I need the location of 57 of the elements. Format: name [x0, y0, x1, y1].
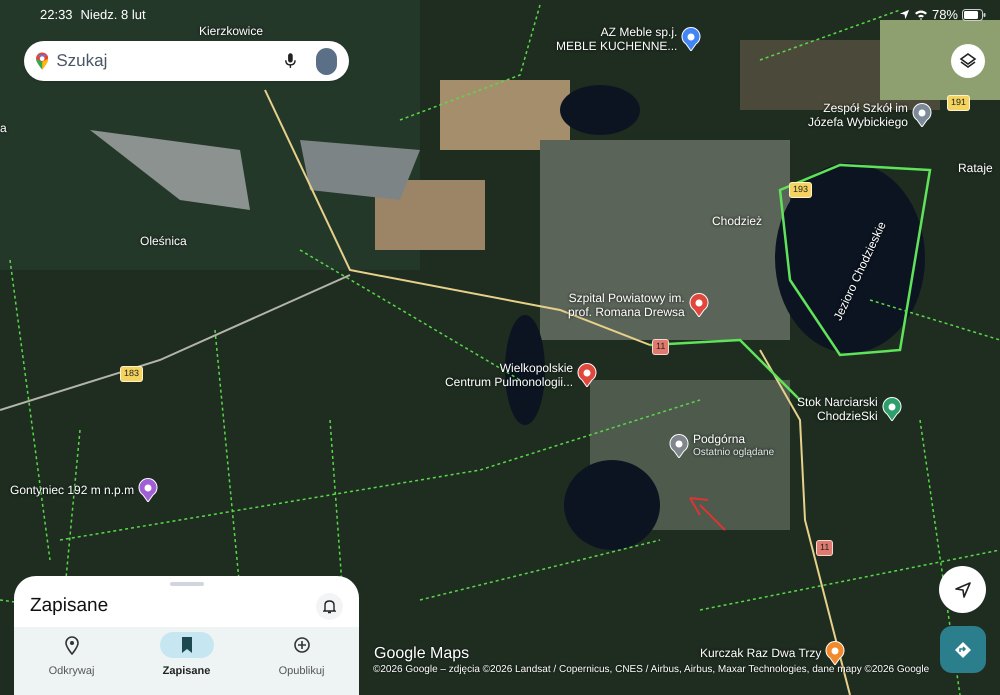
map-pin-icon[interactable]: [669, 434, 689, 458]
place-label: Kierzkowice: [199, 23, 264, 40]
add-circle-icon: [294, 635, 310, 655]
battery-percentage: 78%: [932, 6, 958, 24]
poi-label: Kurczak Raz Dwa Trzy: [700, 646, 822, 660]
drag-handle[interactable]: [170, 582, 204, 586]
map-brand-text: Google Maps: [374, 644, 470, 664]
status-time: 22:33: [40, 6, 73, 24]
poi-label: Gontyniec 192 m n.p.m: [10, 483, 134, 497]
place-label: a: [0, 120, 7, 137]
poi-label: MEBLE KUCHENNE...: [556, 39, 678, 53]
poi-label: prof. Romana Drewsa: [568, 305, 685, 319]
location-arrow-icon: [898, 9, 910, 20]
avatar-icon[interactable]: [316, 48, 337, 74]
map-pin-icon[interactable]: [882, 397, 902, 421]
poi-label: Wielkopolskie: [500, 361, 574, 375]
map-pin-icon[interactable]: [577, 363, 598, 387]
place-label: Chodzież: [712, 213, 762, 230]
poi-label: Stok Narciarski: [797, 395, 878, 409]
map-pin-logo-icon: [36, 50, 48, 72]
road-number-shield: 183: [120, 366, 144, 382]
nav-tab[interactable]: Zapisane: [129, 629, 244, 695]
map-pin-icon[interactable]: [138, 478, 158, 502]
place-label: Rataje: [958, 160, 993, 177]
poi-label: Podgórna: [693, 432, 746, 446]
directions-icon: [954, 640, 972, 658]
poi-label: Józefa Wybickiego: [808, 115, 908, 129]
road-number-shield: 11: [652, 339, 670, 354]
map-pin-icon[interactable]: [825, 641, 846, 665]
search-field[interactable]: Szukaj: [56, 48, 278, 74]
nav-tab[interactable]: Opublikuj: [244, 629, 359, 695]
notifications-button[interactable]: [316, 593, 343, 620]
map-pin-icon[interactable]: [681, 27, 702, 51]
map-pin-icon[interactable]: [688, 293, 709, 317]
poi-label: Centrum Pulmonologii...: [445, 375, 574, 389]
search-bar[interactable]: Szukaj: [24, 41, 349, 81]
wifi-icon: [914, 9, 928, 20]
poi-label: ChodzieSki: [816, 409, 878, 423]
map-pin-icon[interactable]: [912, 103, 932, 127]
sheet-title: Zapisane: [30, 594, 108, 618]
bell-icon: [323, 599, 336, 614]
road-number-shield: 193: [789, 182, 812, 198]
poi-label: Szpital Powiatowy im.: [568, 291, 685, 305]
nav-tab[interactable]: Odkrywaj: [14, 629, 129, 695]
status-date: Niedz. 8 lut: [80, 6, 146, 24]
road-number-shield: 11: [816, 540, 834, 556]
layers-icon: [959, 52, 977, 70]
poi-label: Zespół Szkół im: [823, 101, 908, 115]
road-number-shield: 191: [947, 95, 970, 110]
place-label: Oleśnica: [140, 233, 187, 250]
poi-label: Ostatnio oglądane: [693, 446, 774, 460]
map-pin-outline-icon: [64, 635, 80, 655]
microphone-icon[interactable]: [285, 51, 296, 71]
poi-label: AZ Meble sp.j.: [600, 25, 678, 39]
navigation-arrow-icon: [954, 582, 970, 598]
directions-button[interactable]: [940, 626, 986, 673]
battery-icon: [962, 8, 986, 21]
